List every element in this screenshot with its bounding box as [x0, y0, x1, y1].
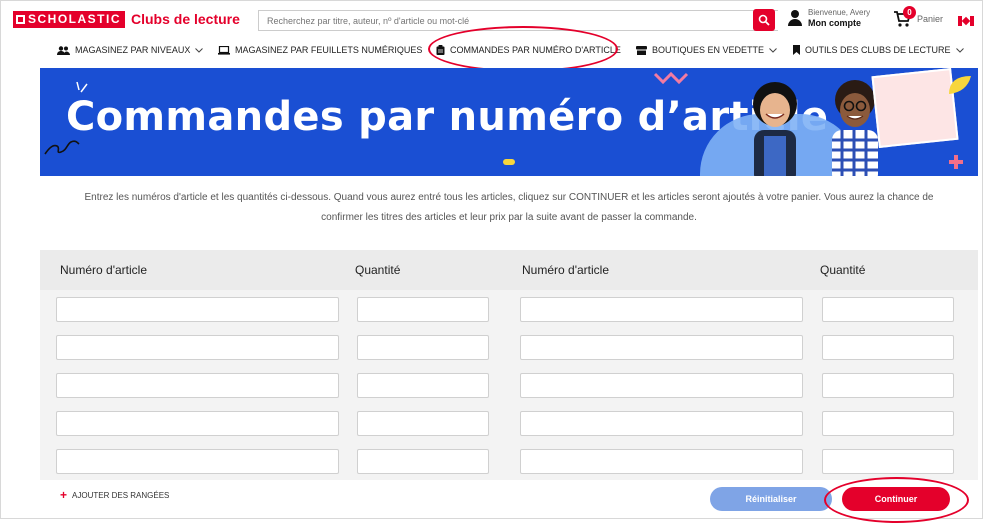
kid-illustration-icon: [753, 82, 797, 176]
annotation-circle: [428, 26, 618, 72]
chevron-down-icon: [955, 47, 964, 53]
nav-shop-by-flyers[interactable]: MAGASINEZ PAR FEUILLETS NUMÉRIQUES: [218, 45, 422, 55]
quantity-input[interactable]: [357, 335, 489, 360]
logo-mark-text: SCHOLASTIC: [28, 11, 121, 26]
account-label: Mon compte: [808, 18, 861, 28]
yellow-shape-decoration: [949, 76, 971, 94]
canada-flag-icon[interactable]: [958, 16, 974, 26]
add-rows-link[interactable]: + AJOUTER DES RANGÉES: [60, 488, 169, 502]
nav-label: BOUTIQUES EN VEDETTE: [652, 45, 765, 55]
chevron-down-icon: [195, 47, 204, 53]
logo-mark: SCHOLASTIC: [13, 10, 125, 28]
add-rows-label: AJOUTER DES RANGÉES: [72, 490, 170, 500]
pink-plus-decoration: [949, 155, 963, 169]
store-icon: [636, 45, 647, 55]
nav-featured-shops[interactable]: BOUTIQUES EN VEDETTE: [636, 45, 782, 55]
bookmark-icon: [793, 45, 800, 55]
column-header-quantity-2: Quantité: [820, 263, 866, 277]
item-number-input[interactable]: [520, 335, 803, 360]
reset-button[interactable]: Réinitialiser: [710, 487, 832, 511]
cart-count-badge: 0: [903, 6, 916, 19]
yellow-pill-decoration: [503, 159, 515, 165]
column-header-item-number-2: Numéro d'article: [522, 263, 609, 277]
laptop-icon: [218, 45, 230, 55]
quantity-input[interactable]: [357, 449, 489, 474]
nav-label: MAGASINEZ PAR FEUILLETS NUMÉRIQUES: [235, 45, 423, 55]
plus-icon: +: [60, 488, 68, 502]
cart-button[interactable]: 0 Panier: [893, 6, 944, 28]
item-number-input[interactable]: [56, 335, 339, 360]
quantity-input[interactable]: [822, 335, 954, 360]
item-number-input[interactable]: [56, 449, 339, 474]
logo-square-icon: [16, 14, 25, 24]
quantity-input[interactable]: [822, 297, 954, 322]
search-button[interactable]: [753, 9, 775, 31]
hero-banner: Commandes par numéro d’article: [40, 68, 978, 176]
column-header-item-number: Numéro d'article: [60, 263, 147, 277]
quantity-input[interactable]: [822, 411, 954, 436]
nav-label: OUTILS DES CLUBS DE LECTURE: [805, 45, 951, 55]
quantity-input[interactable]: [822, 373, 954, 398]
item-number-input[interactable]: [520, 373, 803, 398]
quantity-input[interactable]: [357, 373, 489, 398]
pink-shape-decoration: [653, 72, 689, 85]
search-icon: [758, 14, 770, 26]
annotation-circle: [824, 477, 969, 523]
item-number-input[interactable]: [520, 449, 803, 474]
cart-label: Panier: [917, 14, 944, 24]
logo-clubs-text: Clubs de lecture: [131, 11, 240, 27]
page-title: Commandes par numéro d’article: [66, 94, 829, 140]
chevron-down-icon: [769, 47, 777, 53]
greeting-text: Bienvenue, Avery: [808, 8, 871, 17]
people-icon: [57, 45, 70, 55]
order-table-header: Numéro d'article Quantité Numéro d'artic…: [40, 250, 978, 290]
item-number-input[interactable]: [56, 411, 339, 436]
nav-reading-club-tools[interactable]: OUTILS DES CLUBS DE LECTURE: [793, 45, 969, 55]
quantity-input[interactable]: [822, 449, 954, 474]
item-number-input[interactable]: [56, 373, 339, 398]
intro-text: Entrez les numéros d'article et les quan…: [40, 188, 978, 228]
scholastic-logo[interactable]: SCHOLASTIC Clubs de lecture: [13, 10, 240, 28]
intro-line-2: confirmer les titres des articles et leu…: [321, 212, 697, 223]
item-number-input[interactable]: [56, 297, 339, 322]
quantity-input[interactable]: [357, 297, 489, 322]
user-icon: [788, 10, 802, 26]
intro-line-1: Entrez les numéros d'article et les quan…: [84, 192, 934, 203]
quantity-input[interactable]: [357, 411, 489, 436]
column-header-quantity: Quantité: [355, 263, 401, 277]
nav-label: MAGASINEZ PAR NIVEAUX: [75, 45, 191, 55]
nav-shop-by-level[interactable]: MAGASINEZ PAR NIVEAUX: [57, 45, 208, 55]
account-menu[interactable]: Bienvenue, Avery Mon compte: [788, 8, 870, 28]
item-number-input[interactable]: [520, 297, 803, 322]
order-table-body: [40, 290, 978, 480]
item-number-input[interactable]: [520, 411, 803, 436]
